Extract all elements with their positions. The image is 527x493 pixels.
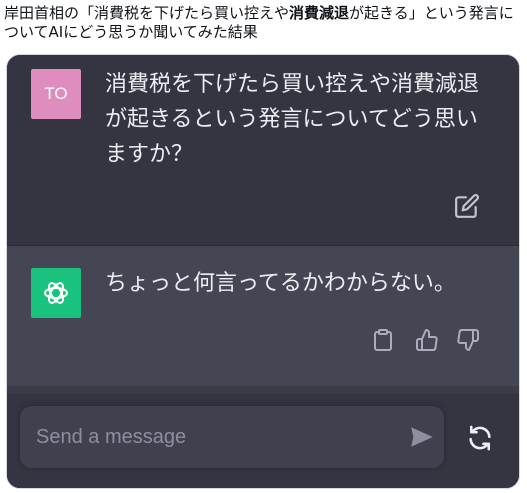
- openai-logo-icon: [44, 282, 68, 304]
- thumbs-up-icon[interactable]: [415, 328, 439, 352]
- caption-text-1: 岸田首相の「消費税を下げたら買い控えや: [4, 4, 290, 22]
- user-message-text: 消費税を下げたら買い控えや消費減退が起きるという発言についてどう思いますか？: [105, 72, 480, 167]
- post-caption: 岸田首相の「消費税を下げたら買い控えや消費減退が起きる」という発言についてAIに…: [4, 4, 523, 42]
- assistant-message-text: ちょっと何言ってるかわからない。: [105, 271, 456, 296]
- assistant-message-row: ちょっと何言ってるかわからない。: [7, 246, 519, 386]
- send-icon[interactable]: [409, 424, 435, 450]
- clipboard-icon[interactable]: [371, 328, 395, 352]
- assistant-avatar: [31, 268, 81, 318]
- composer-area: [7, 394, 519, 488]
- user-avatar: TO: [31, 69, 81, 119]
- message-input[interactable]: [36, 406, 376, 468]
- message-composer: [20, 406, 444, 468]
- divider-strip: [7, 386, 519, 394]
- thumbs-down-icon[interactable]: [456, 328, 480, 352]
- chat-screenshot: TO 消費税を下げたら買い控えや消費減退が起きるという発言についてどう思いますか…: [6, 54, 520, 489]
- user-message-row: TO 消費税を下げたら買い控えや消費減退が起きるという発言についてどう思いますか…: [7, 55, 519, 246]
- caption-bold: 消費減退: [289, 4, 350, 22]
- edit-icon[interactable]: [454, 193, 480, 219]
- regenerate-icon[interactable]: [466, 424, 494, 452]
- user-avatar-initials: TO: [44, 84, 68, 103]
